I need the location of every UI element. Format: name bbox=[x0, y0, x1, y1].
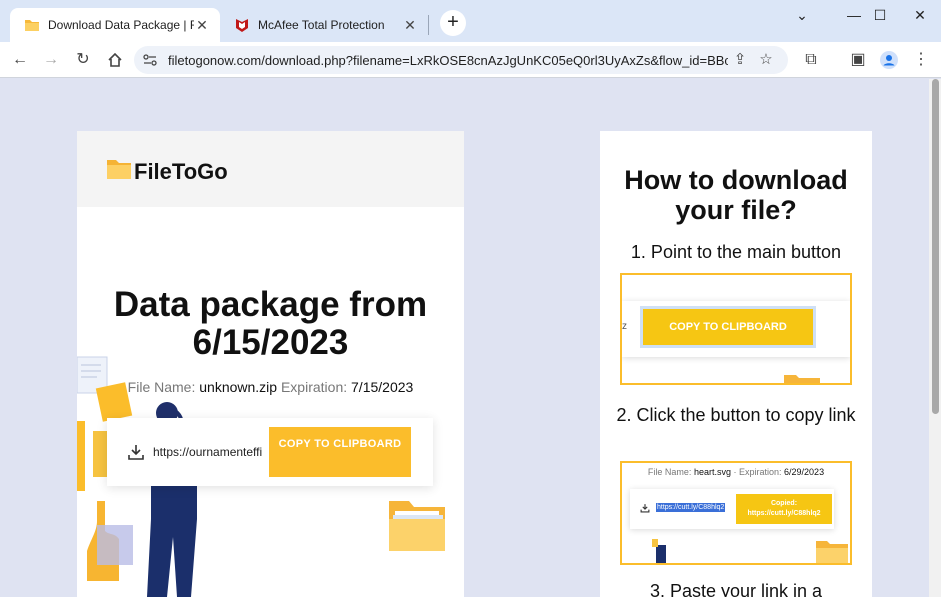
maximize-button[interactable]: ☐ bbox=[860, 3, 900, 27]
tab-search-icon[interactable]: ⌄ bbox=[782, 3, 822, 27]
step-1-copy-button: COPY TO CLIPBOARD bbox=[640, 306, 816, 348]
download-box: https://ournamenteffi COPY TO CLIPBOARD bbox=[107, 418, 433, 486]
tab-divider bbox=[428, 15, 429, 35]
tab-title: Download Data Package | FileTo bbox=[48, 18, 194, 32]
close-window-button[interactable]: ✕ bbox=[900, 3, 940, 27]
expiration-value: 7/15/2023 bbox=[351, 379, 414, 395]
back-icon[interactable]: ← bbox=[7, 47, 33, 73]
step-2-selected-link: https://cutt.ly/C88hlq2 bbox=[656, 503, 726, 512]
copied-link: https://cutt.ly/C88hlq2 bbox=[747, 510, 821, 517]
browser-toolbar: ← → ↻ filetogonow.com/download.php?filen… bbox=[0, 42, 941, 78]
file-name-value: unknown.zip bbox=[199, 379, 278, 395]
step-2-file-info: File Name: heart.svg · Expiration: 6/29/… bbox=[622, 467, 850, 477]
instructions-heading: How to download your file? bbox=[624, 165, 848, 225]
tab-title: McAfee Total Protection bbox=[258, 18, 385, 32]
step-2-text: 2. Click the button to copy link bbox=[616, 405, 856, 425]
home-icon[interactable] bbox=[102, 47, 128, 73]
expiration-value: 6/29/2023 bbox=[784, 467, 825, 477]
address-bar[interactable]: filetogonow.com/download.php?filename=Lx… bbox=[134, 46, 788, 74]
file-info: File Name: unknown.zip Expiration: 7/15/… bbox=[77, 379, 464, 395]
copy-to-clipboard-button[interactable]: COPY TO CLIPBOARD bbox=[269, 427, 411, 477]
step-2-screenshot: File Name: heart.svg · Expiration: 6/29/… bbox=[620, 461, 852, 565]
download-link-text[interactable]: https://ournamenteffi bbox=[153, 445, 268, 459]
instructions-card: How to download your file? 1. Point to t… bbox=[600, 131, 872, 597]
file-name-label: File Name: bbox=[127, 379, 196, 395]
link-fragment: z bbox=[622, 321, 627, 332]
step-1-screenshot: z COPY TO CLIPBOARD bbox=[620, 273, 852, 385]
forward-icon[interactable]: → bbox=[38, 47, 64, 73]
reload-icon[interactable]: ↻ bbox=[70, 47, 96, 73]
file-name-label: File Name: bbox=[647, 467, 692, 477]
download-card: FileToGo Data package from 6/15/2023 Fil… bbox=[77, 131, 464, 597]
folder-icon bbox=[107, 160, 131, 179]
mcafee-icon bbox=[236, 19, 248, 32]
folder-icon bbox=[816, 541, 848, 563]
step-3-text: 3. Paste your link in a bbox=[649, 581, 823, 597]
page-title: Data package from 6/15/2023 bbox=[113, 285, 428, 362]
step-2-copied-button: Copied: https://cutt.ly/C88hlq2 bbox=[736, 494, 832, 524]
extensions-icon[interactable]: ⧉ bbox=[798, 47, 824, 73]
step-2-box: https://cutt.ly/C88hlq2 Copied: https://… bbox=[630, 489, 834, 529]
tab-mcafee[interactable]: McAfee Total Protection ✕ bbox=[222, 8, 428, 42]
copied-title: Copied: bbox=[770, 500, 798, 507]
new-tab-button[interactable]: + bbox=[440, 10, 466, 36]
folder-illustration bbox=[389, 501, 445, 551]
scrollbar-thumb[interactable] bbox=[932, 79, 939, 414]
close-tab-icon[interactable]: ✕ bbox=[402, 17, 418, 34]
folder-icon bbox=[784, 375, 820, 383]
menu-icon[interactable]: ⋮ bbox=[908, 47, 934, 73]
star-icon[interactable]: ☆ bbox=[756, 50, 776, 70]
tab-strip: Download Data Package | FileTo ✕ McAfee … bbox=[0, 0, 941, 42]
download-icon bbox=[640, 504, 650, 513]
file-name-value: heart.svg bbox=[693, 467, 731, 477]
site-info-icon[interactable] bbox=[142, 52, 158, 68]
person-illustration bbox=[652, 539, 666, 563]
brand-logo: FileToGo bbox=[134, 159, 228, 184]
profile-icon[interactable] bbox=[876, 47, 902, 73]
expiration-label: Expiration: bbox=[280, 379, 348, 395]
download-icon bbox=[128, 445, 144, 460]
folder-icon bbox=[25, 20, 39, 31]
expiration-label: · Expiration: bbox=[733, 467, 782, 477]
sidebar-icon[interactable]: ▣ bbox=[845, 47, 871, 73]
tab-filetogo[interactable]: Download Data Package | FileTo ✕ bbox=[10, 8, 220, 42]
step-1-text: 1. Point to the main button bbox=[630, 242, 842, 262]
url-text: filetogonow.com/download.php?filename=Lx… bbox=[168, 53, 728, 68]
close-tab-icon[interactable]: ✕ bbox=[194, 17, 210, 34]
share-icon[interactable]: ⇪ bbox=[730, 50, 750, 70]
